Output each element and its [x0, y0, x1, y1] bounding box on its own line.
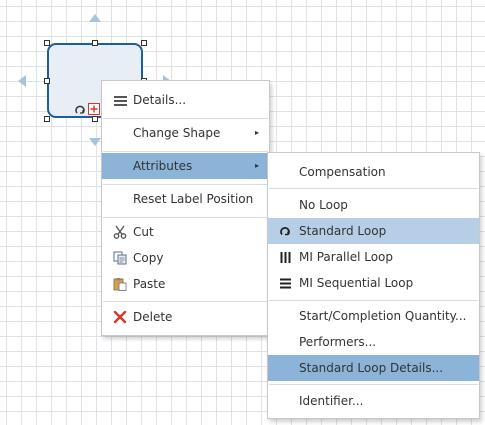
menu-item-attributes[interactable]: Attributes ▸ — [102, 153, 269, 179]
resize-handle-ne[interactable] — [141, 40, 147, 46]
submenu-arrow-icon: ▸ — [254, 161, 259, 170]
submenu-item-mi-sequential-loop[interactable]: MI Sequential Loop — [268, 270, 479, 296]
menu-item-reset-label-position-label: Reset Label Position — [133, 192, 254, 206]
menu-item-reset-label-position[interactable]: Reset Label Position — [102, 186, 269, 212]
menu-divider — [103, 151, 268, 152]
submenu-item-no-loop-label: No Loop — [299, 198, 348, 212]
resize-handle-sw[interactable] — [44, 116, 50, 122]
submenu-item-performers-label: Performers... — [299, 335, 377, 349]
menu-item-paste-label: Paste — [133, 277, 166, 291]
menu-divider — [103, 184, 268, 185]
resize-handle-n[interactable] — [92, 40, 98, 46]
submenu-item-identifier[interactable]: Identifier... — [268, 388, 479, 414]
submenu-item-standard-loop[interactable]: Standard Loop — [268, 218, 479, 244]
menu-item-attributes-label: Attributes — [133, 159, 193, 173]
menu-divider — [103, 217, 268, 218]
submenu-item-compensation[interactable]: Compensation — [268, 159, 479, 185]
submenu-item-performers[interactable]: Performers... — [268, 329, 479, 355]
menu-item-cut[interactable]: Cut — [102, 219, 269, 245]
menu-divider — [269, 384, 478, 385]
menu-item-details[interactable]: Details... — [102, 87, 269, 113]
menu-divider — [103, 118, 268, 119]
menu-item-change-shape[interactable]: Change Shape ▸ — [102, 120, 269, 146]
submenu-item-mi-parallel-loop[interactable]: MI Parallel Loop — [268, 244, 479, 270]
connect-arrow-up-icon[interactable] — [89, 14, 101, 22]
resize-handle-w[interactable] — [44, 78, 50, 84]
submenu-item-mi-sequential-loop-label: MI Sequential Loop — [299, 276, 414, 290]
copy-icon — [112, 245, 128, 271]
menu-item-paste[interactable]: Paste — [102, 271, 269, 297]
paste-icon — [112, 271, 128, 297]
submenu-item-mi-parallel-loop-label: MI Parallel Loop — [299, 250, 394, 264]
context-menu: Details... Change Shape ▸ Attributes ▸ R… — [101, 80, 270, 336]
resize-handle-nw[interactable] — [44, 40, 50, 46]
menu-item-cut-label: Cut — [133, 225, 154, 239]
submenu-item-no-loop[interactable]: No Loop — [268, 192, 479, 218]
standard-loop-icon — [278, 218, 292, 244]
menu-item-delete-label: Delete — [133, 310, 173, 324]
submenu-item-standard-loop-details-label: Standard Loop Details... — [299, 361, 444, 375]
loop-marker-icon — [74, 104, 86, 116]
menu-divider — [269, 300, 478, 301]
connect-arrow-down-icon[interactable] — [89, 138, 101, 146]
submenu-item-start-completion-quantity-label: Start/Completion Quantity... — [299, 309, 467, 323]
subprocess-marker-icon — [88, 103, 100, 115]
submenu-item-standard-loop-label: Standard Loop — [299, 224, 387, 238]
menu-divider — [269, 188, 478, 189]
menu-item-copy-label: Copy — [133, 251, 164, 265]
menu-item-delete[interactable]: Delete — [102, 304, 269, 330]
menu-item-details-label: Details... — [133, 93, 187, 107]
submenu-item-start-completion-quantity[interactable]: Start/Completion Quantity... — [268, 303, 479, 329]
parallel-bars-icon — [278, 244, 292, 270]
menu-item-copy[interactable]: Copy — [102, 245, 269, 271]
submenu-item-identifier-label: Identifier... — [299, 394, 364, 408]
sequential-bars-icon — [278, 270, 292, 296]
delete-x-icon — [112, 304, 128, 330]
resize-handle-s[interactable] — [92, 116, 98, 122]
submenu-item-compensation-label: Compensation — [299, 165, 386, 179]
menu-divider — [103, 301, 268, 302]
submenu-arrow-icon: ▸ — [254, 128, 259, 137]
connect-arrow-left-icon[interactable] — [18, 75, 26, 87]
submenu-item-standard-loop-details[interactable]: Standard Loop Details... — [268, 355, 479, 381]
attributes-submenu: Compensation No Loop Standard Loop MI Pa… — [267, 152, 480, 419]
list-icon — [112, 87, 128, 113]
scissors-icon — [112, 219, 128, 245]
menu-item-change-shape-label: Change Shape — [133, 126, 221, 140]
